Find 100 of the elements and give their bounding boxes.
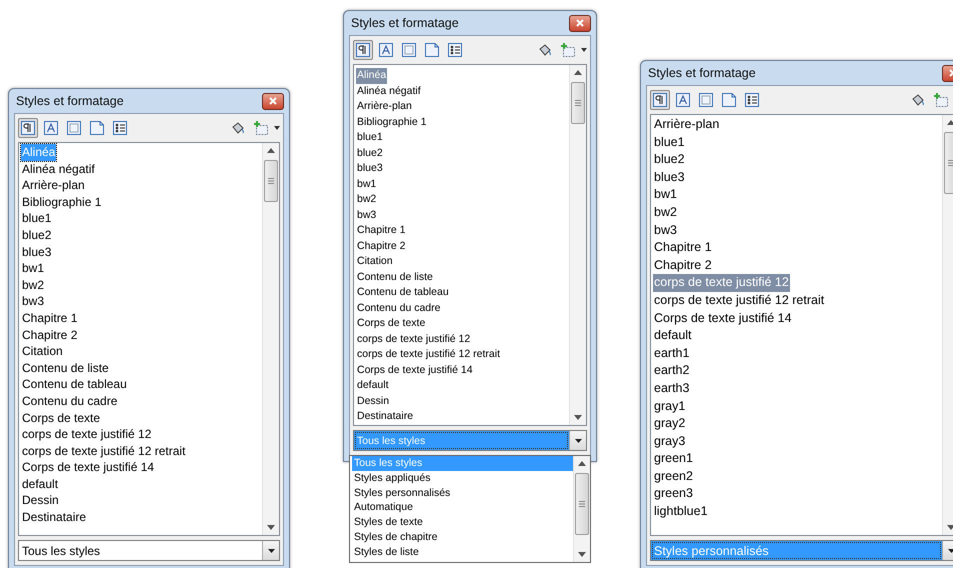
dropdown-option[interactable]: Styles appliqués (352, 470, 573, 486)
style-list-item[interactable]: gray3 (653, 432, 686, 450)
style-list-item[interactable]: Chapitre 1 (653, 239, 713, 257)
style-list-item[interactable]: blue2 (653, 151, 686, 169)
style-list-item[interactable]: blue2 (21, 226, 52, 244)
style-list-item[interactable]: Corps de texte justifié 14 (21, 459, 156, 476)
style-list-item[interactable]: Bibliographie 1 (356, 114, 428, 130)
style-list-item[interactable]: earth2 (653, 362, 690, 380)
style-list-item[interactable]: blue2 (356, 146, 384, 161)
style-filter-dropdown[interactable]: Tous les styles (18, 540, 280, 561)
style-category-button[interactable] (353, 40, 373, 60)
style-list-item[interactable]: green1 (653, 450, 694, 468)
dropdown-option[interactable]: Styles de liste (352, 544, 573, 560)
style-category-button[interactable] (742, 90, 762, 110)
style-list-item[interactable]: bw1 (356, 176, 378, 192)
scrollbar[interactable] (262, 143, 279, 535)
dropdown-button[interactable] (569, 431, 586, 450)
scrollbar-thumb[interactable] (575, 473, 589, 535)
style-list-item[interactable]: bw1 (21, 260, 46, 277)
style-category-button[interactable] (18, 118, 38, 138)
scrollbar[interactable] (573, 456, 590, 562)
scroll-down-icon[interactable] (578, 552, 586, 557)
style-list-item[interactable]: Chapitre 1 (356, 223, 406, 238)
dropdown-option[interactable]: Styles de texte (352, 515, 573, 530)
style-list-item[interactable]: gray2 (653, 415, 686, 433)
style-list-item[interactable]: Destinataire (21, 509, 88, 526)
style-list-item[interactable]: Chapitre 2 (356, 238, 406, 254)
scrollbar-thumb[interactable] (264, 160, 278, 202)
style-list-item[interactable]: Bibliographie 1 (21, 194, 102, 210)
style-category-button[interactable] (445, 40, 465, 60)
style-list-item[interactable]: blue1 (21, 210, 52, 227)
style-list-item[interactable]: Destinataire (356, 409, 414, 424)
style-list-item[interactable]: Arrière-plan (653, 116, 720, 134)
style-list-item[interactable]: default (653, 327, 693, 345)
style-list-item[interactable]: Contenu de liste (21, 360, 110, 376)
scroll-up-icon[interactable] (267, 148, 275, 153)
style-list-item[interactable]: Arrière-plan (356, 99, 413, 114)
style-list-item[interactable]: earth1 (653, 344, 690, 362)
style-list-item[interactable]: earth3 (653, 380, 690, 398)
caret-icon[interactable] (581, 48, 587, 52)
scroll-down-icon[interactable] (574, 415, 582, 420)
style-list-item[interactable]: Contenu de tableau (21, 376, 128, 393)
style-category-button[interactable] (41, 118, 61, 138)
style-list-item[interactable]: Contenu du cadre (21, 392, 118, 410)
close-button[interactable] (262, 92, 284, 110)
scrollbar[interactable] (569, 65, 586, 425)
style-list-item[interactable]: corps de texte justifié 12 retrait (356, 347, 501, 362)
style-list-item[interactable]: Dessin (21, 492, 60, 510)
style-list-item[interactable]: blue1 (356, 130, 384, 146)
dropdown-button[interactable] (262, 541, 279, 560)
scrollbar-thumb[interactable] (571, 82, 585, 124)
style-list-item[interactable]: corps de texte justifié 12 (21, 426, 152, 443)
style-list-item[interactable]: corps de texte justifié 12 retrait (21, 442, 186, 460)
style-category-button[interactable] (376, 40, 396, 60)
scroll-up-icon[interactable] (947, 120, 953, 125)
style-list-item[interactable]: Alinéa négatif (356, 84, 422, 99)
style-category-button[interactable] (673, 90, 693, 110)
style-list-item[interactable]: green2 (653, 468, 694, 486)
style-list-item[interactable]: blue3 (356, 161, 384, 176)
style-list-item[interactable]: bw3 (21, 293, 46, 310)
style-category-button[interactable] (110, 118, 130, 138)
style-list-item[interactable]: blue3 (21, 244, 52, 260)
style-list-item[interactable]: green3 (653, 485, 694, 504)
style-list-item[interactable]: default (356, 378, 390, 394)
style-list-item[interactable]: bw3 (653, 222, 678, 240)
scroll-down-icon[interactable] (267, 525, 275, 530)
style-list-item[interactable]: Chapitre 2 (21, 326, 78, 344)
style-list-item[interactable]: Citation (21, 343, 64, 360)
style-list-item[interactable]: blue3 (653, 168, 686, 186)
style-list-item[interactable]: Contenu de tableau (356, 285, 450, 300)
scroll-up-icon[interactable] (574, 70, 582, 75)
style-list-item[interactable]: Alinéa négatif (21, 160, 96, 178)
style-list-item[interactable]: Dessin (356, 394, 390, 409)
style-list-item[interactable]: bw2 (653, 204, 678, 222)
style-list-item[interactable]: Corps de texte (21, 410, 102, 426)
scroll-down-icon[interactable] (947, 525, 953, 530)
style-list-item[interactable]: Chapitre 1 (21, 310, 78, 327)
dropdown-option[interactable]: Automatique (352, 500, 573, 516)
style-list-item[interactable]: lightblue1 (653, 503, 709, 521)
style-list-item[interactable]: Corps de texte justifié 14 (356, 362, 474, 378)
style-list-item[interactable]: Citation (356, 254, 394, 270)
style-list-item[interactable]: Arrière-plan (21, 177, 86, 194)
style-list-item[interactable]: bw2 (21, 276, 46, 294)
dropdown-option[interactable]: Styles de chapitre (352, 530, 573, 545)
style-list-item[interactable]: Chapitre 2 (653, 256, 713, 274)
style-list-item[interactable]: gray1 (653, 398, 686, 416)
style-list-item[interactable]: blue1 (653, 134, 686, 152)
style-list-item[interactable]: bw3 (356, 208, 378, 223)
caret-icon[interactable] (274, 126, 280, 130)
style-list-item[interactable]: bw2 (356, 192, 378, 208)
close-button[interactable] (569, 14, 591, 32)
style-category-button[interactable] (650, 90, 670, 110)
style-list-item[interactable]: bw1 (653, 186, 678, 204)
style-list-item[interactable]: Contenu du cadre (356, 300, 442, 316)
style-list-item[interactable]: corps de texte justifié 12 (356, 332, 472, 347)
dropdown-option[interactable]: Styles personnalisés (352, 486, 573, 500)
style-list-item[interactable]: Corps de texte justifié 14 (653, 310, 793, 328)
style-list-item[interactable]: corps de texte justifié 12 retrait (653, 292, 826, 310)
style-list-item[interactable]: default (21, 476, 60, 492)
style-list-item[interactable]: Corps de texte (356, 316, 426, 332)
